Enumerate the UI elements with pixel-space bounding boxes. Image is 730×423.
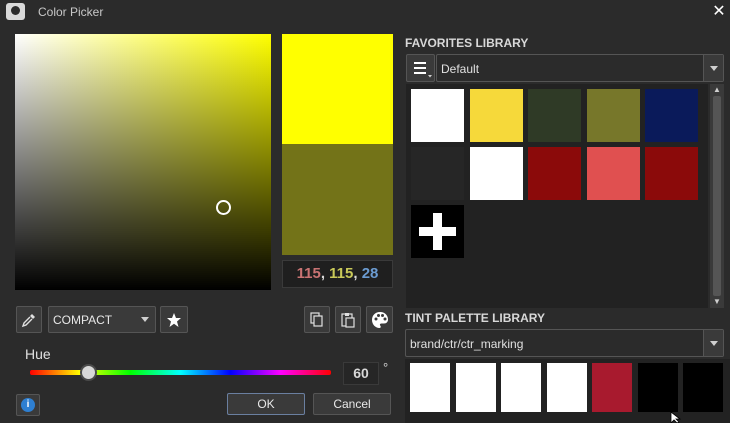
current-color-preview <box>282 34 393 144</box>
tint-swatch[interactable] <box>455 363 496 412</box>
hue-slider-track[interactable] <box>30 370 331 375</box>
add-favorite-button[interactable] <box>160 306 188 333</box>
favorite-swatch[interactable] <box>411 89 464 142</box>
favorite-swatch[interactable] <box>411 147 464 200</box>
info-icon: i <box>21 398 35 412</box>
favorite-swatch[interactable] <box>645 89 698 142</box>
chevron-down-icon <box>703 330 723 356</box>
favorites-library-selected: Default <box>441 62 480 76</box>
scroll-up-icon[interactable]: ▲ <box>710 84 724 96</box>
plus-icon <box>419 213 456 250</box>
paste-button[interactable] <box>335 306 361 333</box>
rgb-blue-value: 28 <box>361 265 379 282</box>
close-icon[interactable]: ✕ <box>710 2 728 22</box>
library-menu-button[interactable] <box>406 54 435 82</box>
eyedropper-icon <box>21 313 35 327</box>
tint-swatch[interactable] <box>637 363 678 412</box>
hue-slider-thumb[interactable] <box>79 364 97 381</box>
rgb-separator: , <box>353 265 362 282</box>
tint-palette-selected: brand/ctr/ctr_marking <box>410 337 524 351</box>
favorite-swatch[interactable] <box>469 147 523 200</box>
favorite-swatch[interactable] <box>528 147 581 200</box>
favorites-scrollbar[interactable]: ▲ ▼ <box>710 84 724 308</box>
rgb-green-value: 115 <box>329 265 354 282</box>
paste-icon <box>341 312 355 328</box>
favorites-library-title: FAVORITES LIBRARY <box>405 36 529 50</box>
previous-color-preview[interactable] <box>282 144 393 255</box>
chevron-down-icon <box>703 55 723 81</box>
saturation-value-area[interactable] <box>15 34 271 290</box>
ok-button[interactable]: OK <box>227 393 305 415</box>
hue-label: Hue <box>25 346 51 362</box>
tint-swatch[interactable] <box>592 363 632 412</box>
tint-swatch[interactable] <box>683 363 723 412</box>
window-title: Color Picker <box>38 5 104 19</box>
copy-button[interactable] <box>304 306 330 333</box>
tint-palette-library-title: TINT PALETTE LIBRARY <box>405 311 545 325</box>
hue-unit-label: ° <box>383 360 389 375</box>
cancel-button[interactable]: Cancel <box>313 393 391 415</box>
scroll-down-icon[interactable]: ▼ <box>710 296 724 308</box>
scrollbar-thumb[interactable] <box>713 96 721 296</box>
palette-icon <box>371 311 388 328</box>
eyedropper-button[interactable] <box>16 306 42 333</box>
tint-swatch[interactable] <box>501 363 541 412</box>
rgb-readout[interactable]: 115, 115, 28 <box>282 260 393 288</box>
hue-value-input[interactable]: 60 <box>343 362 379 385</box>
tint-swatch[interactable] <box>546 363 587 412</box>
favorites-library-dropdown[interactable]: Default <box>436 54 724 82</box>
copy-icon <box>310 311 323 327</box>
app-icon <box>6 3 25 20</box>
tint-swatch[interactable] <box>410 363 450 412</box>
palette-button[interactable] <box>366 306 393 333</box>
favorite-swatch[interactable] <box>469 89 523 142</box>
info-button[interactable]: i <box>16 394 40 416</box>
favorite-swatch[interactable] <box>528 89 581 142</box>
favorite-swatch[interactable] <box>645 147 698 200</box>
star-icon <box>167 312 181 327</box>
rgb-red-value: 115 <box>296 265 321 282</box>
favorite-swatch[interactable] <box>586 147 640 200</box>
mouse-pointer-icon <box>670 412 682 423</box>
rgb-separator: , <box>320 265 330 282</box>
menu-icon <box>414 62 432 78</box>
title-bar <box>0 0 730 25</box>
mode-dropdown-label: COMPACT <box>53 313 113 327</box>
chevron-down-icon <box>141 317 149 322</box>
add-swatch-button[interactable] <box>411 205 464 258</box>
favorite-swatch[interactable] <box>586 89 640 142</box>
mode-dropdown[interactable]: COMPACT <box>48 306 156 333</box>
tint-palette-dropdown[interactable]: brand/ctr/ctr_marking <box>405 329 724 357</box>
sv-cursor[interactable] <box>216 200 231 215</box>
